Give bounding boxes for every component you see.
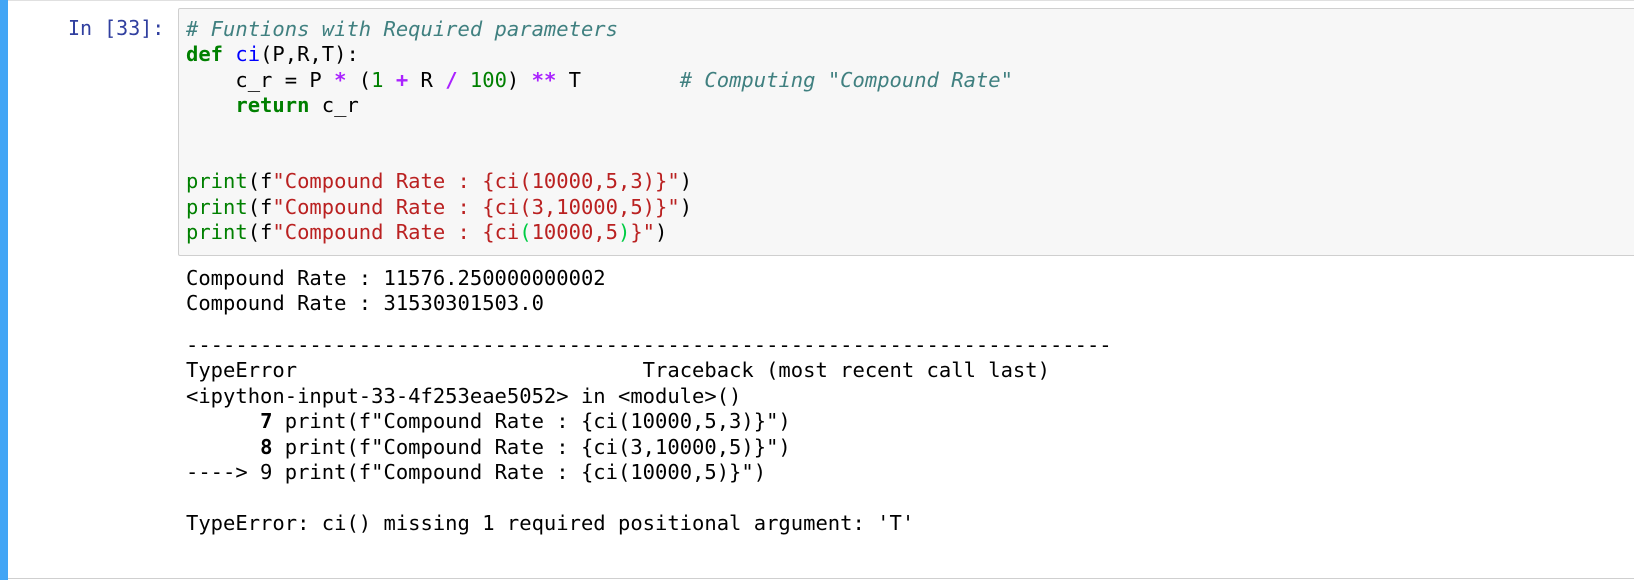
code-token: (f (247, 194, 273, 219)
operator-plus: + (395, 67, 409, 92)
traceback-location: <ipython-input-33-4f253eae5052> in <modu… (186, 383, 742, 408)
traceback-error-type: TypeError (186, 358, 298, 383)
traceback-line-number: 8 (260, 434, 273, 459)
output-line: Compound Rate : 31530301503.0 (186, 291, 544, 316)
function-name: ci (235, 42, 261, 67)
string-literal: "Compound Rate : {ci (272, 220, 520, 245)
traceback-code-line: print(f"Compound Rate : {ci(10000,5,3)}"… (272, 409, 791, 434)
code-token: ) (655, 220, 668, 245)
notebook-cell[interactable]: In [33]: # Funtions with Required parame… (0, 0, 1634, 580)
builtin-print: print (186, 169, 248, 194)
code-token: ) (679, 169, 693, 194)
operator-pow: ** (531, 67, 557, 92)
code-token: ) (506, 67, 532, 92)
code-comment: # Funtions with Required parameters (186, 17, 618, 41)
error-traceback: ----------------------------------------… (186, 333, 1112, 536)
cell-selection-bar (0, 0, 8, 580)
traceback-code-line: print(f"Compound Rate : {ci(3,10000,5)}"… (272, 434, 791, 459)
function-signature: (P,R,T): (260, 42, 359, 67)
traceback-arrow-line: ----> 9 (186, 460, 273, 485)
input-prompt: In [33]: (68, 16, 165, 40)
code-comment: # Computing "Compound Rate" (679, 67, 1013, 92)
builtin-print: print (186, 194, 248, 219)
code-token: R (408, 67, 446, 92)
code-token: c_r (309, 93, 359, 118)
traceback-code-line: print(f"Compound Rate : {ci(10000,5)}") (272, 460, 767, 485)
code-token: ( (346, 67, 372, 92)
keyword-return: return (235, 93, 310, 118)
bracket-match: ( (519, 220, 532, 245)
string-literal: "Compound Rate : {ci(3,10000,5)}" (272, 194, 680, 219)
traceback-header: Traceback (most recent call last) (297, 358, 1050, 383)
operator-div: / (445, 67, 458, 92)
code-token: (f (247, 220, 273, 245)
bracket-match: ) (618, 220, 631, 245)
keyword-def: def (186, 42, 224, 67)
code-text[interactable]: # Funtions with Required parameters def … (186, 17, 1013, 246)
operator-mul: * (334, 67, 347, 92)
code-token: ) (679, 194, 693, 219)
cell-output: Compound Rate : 11576.250000000002 Compo… (186, 266, 606, 317)
number-literal: 100 (469, 67, 507, 92)
code-token: (f (247, 169, 273, 194)
code-token: T (556, 67, 680, 92)
traceback-separator: ----------------------------------------… (186, 333, 1112, 357)
number-literal: 1 (371, 67, 384, 92)
output-line: Compound Rate : 11576.250000000002 (186, 266, 606, 290)
string-literal: "Compound Rate : {ci(10000,5,3)}" (272, 169, 680, 194)
error-message: TypeError: ci() missing 1 required posit… (186, 510, 915, 535)
string-literal: }" (630, 220, 656, 245)
builtin-print: print (186, 220, 248, 245)
string-literal: 10000,5 (531, 220, 618, 245)
traceback-line-number: 7 (260, 409, 273, 434)
code-token: c_r = P (186, 67, 335, 92)
